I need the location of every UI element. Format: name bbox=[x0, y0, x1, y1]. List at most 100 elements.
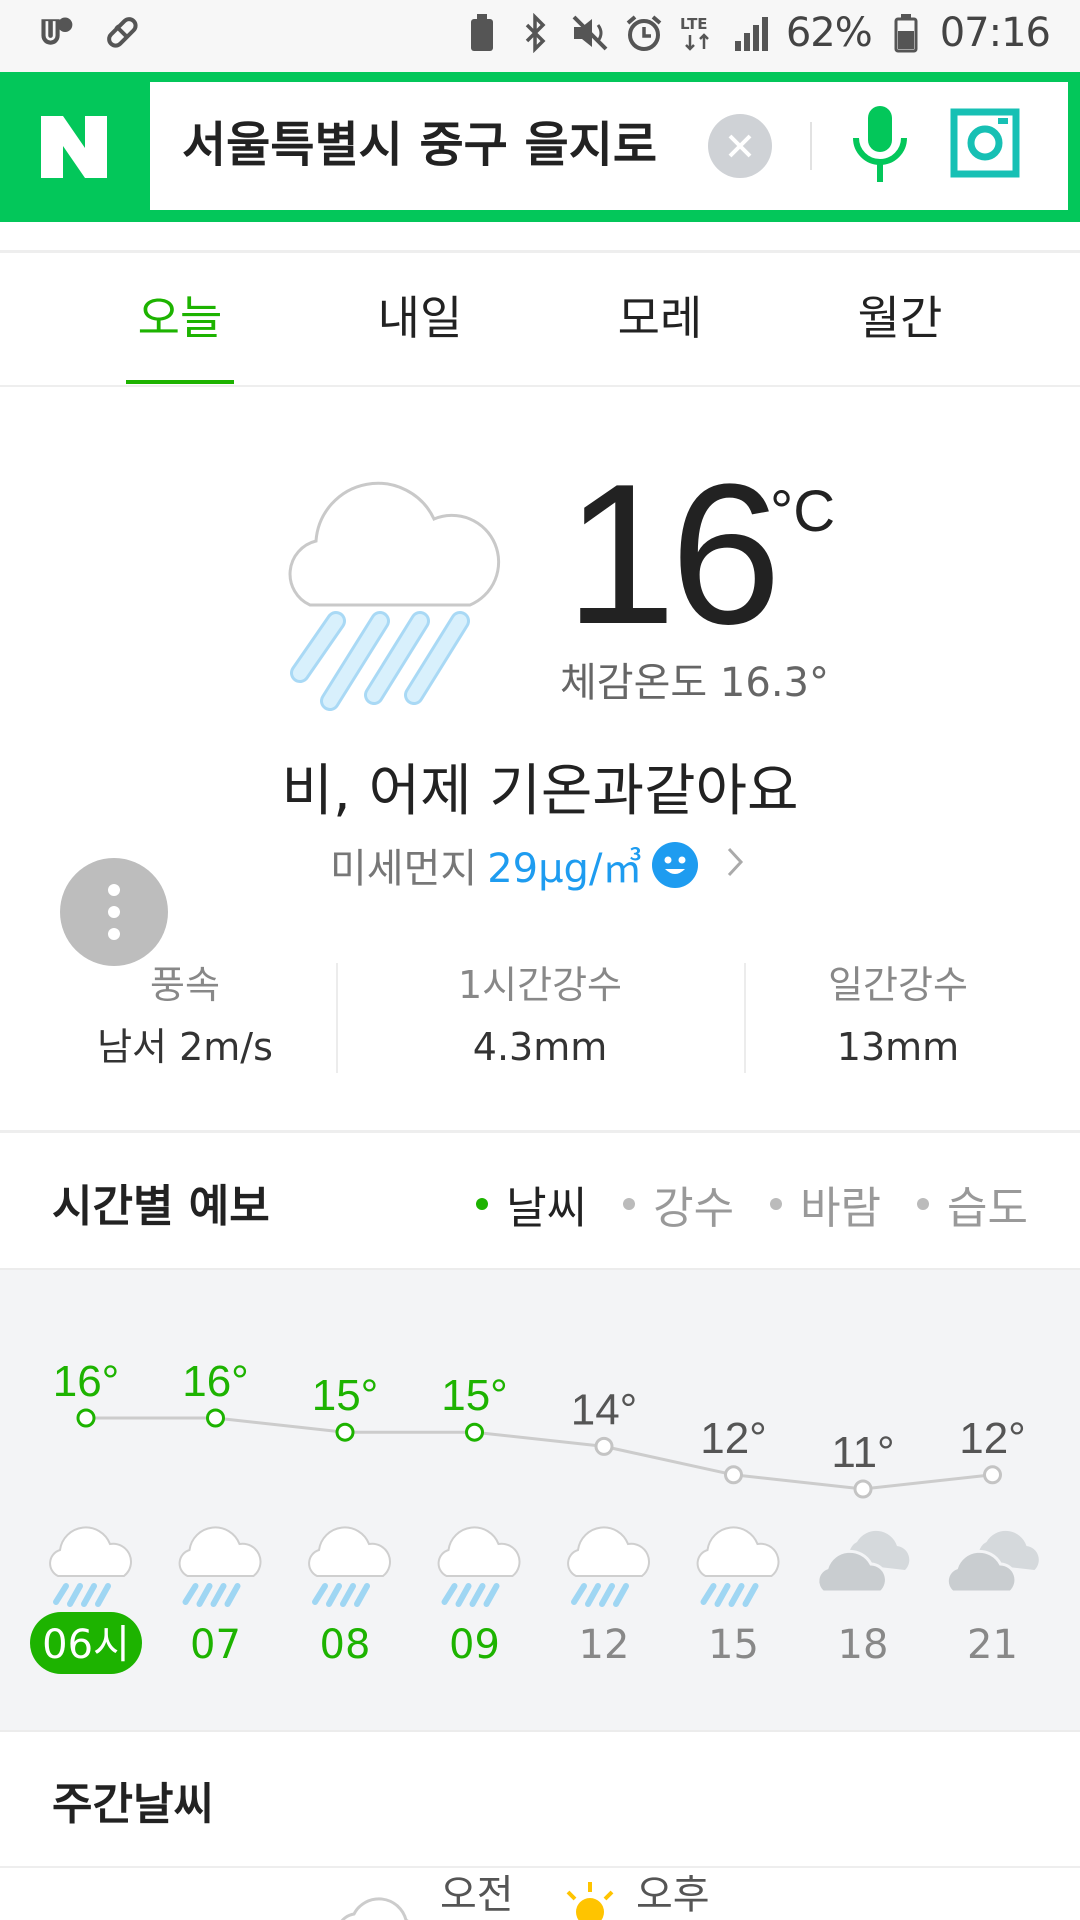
stat-hourly-precip: 1시간강수 4.3mm bbox=[390, 958, 690, 1082]
image-search-button[interactable] bbox=[950, 108, 1020, 178]
naver-logo[interactable] bbox=[0, 72, 148, 222]
signal-icon bbox=[732, 13, 772, 53]
stat-divider bbox=[336, 963, 338, 1073]
bullet-icon bbox=[476, 1198, 489, 1210]
am-label: 오전 bbox=[440, 1872, 514, 1918]
mode-weather[interactable]: 날씨 bbox=[476, 1172, 587, 1236]
close-icon bbox=[728, 134, 752, 158]
dust-value: 29μg/㎥ bbox=[487, 846, 643, 892]
temperature-unit: °C bbox=[770, 479, 836, 544]
chevron-right-icon bbox=[726, 843, 744, 887]
hourly-chart-panel: 16° 06시 16° 07 15° 08 15° 09 14° 12 12° 15 11° 18 12° 2… bbox=[0, 1268, 1080, 1732]
smiley-icon bbox=[652, 842, 699, 888]
dot bbox=[108, 906, 120, 918]
stat-wind: 풍속 남서 2m/s bbox=[35, 958, 335, 1082]
clock: 07:16 bbox=[939, 10, 1051, 56]
day-tabs: 오늘 내일 모레 월간 bbox=[0, 253, 1080, 387]
pill-icon bbox=[102, 12, 142, 52]
stat-label: 1시간강수 bbox=[457, 963, 623, 1007]
temperature-point bbox=[335, 1422, 355, 1442]
cloudy-icon bbox=[816, 1530, 910, 1594]
voice-search-button[interactable] bbox=[846, 102, 914, 190]
temperature-label: 12° bbox=[959, 1414, 1026, 1463]
stat-value: 남서 2m/s bbox=[97, 1025, 273, 1069]
temperature-label: 12° bbox=[700, 1414, 767, 1463]
rain-cloud-icon bbox=[288, 481, 501, 711]
rain-cloud-icon bbox=[437, 1526, 521, 1607]
time-label: 07 bbox=[190, 1622, 241, 1668]
alarm-icon bbox=[624, 13, 664, 53]
current-temperature: 16 bbox=[565, 443, 781, 666]
time-label: 15 bbox=[708, 1622, 759, 1668]
cloudy-icon bbox=[945, 1530, 1039, 1594]
dust-label: 미세먼지 bbox=[330, 846, 478, 892]
temperature-point bbox=[206, 1408, 225, 1428]
weather-stats: 풍속 남서 2m/s 1시간강수 4.3mm 일간강수 13mm bbox=[0, 958, 1080, 1078]
tab-day-after[interactable]: 모레 bbox=[590, 283, 730, 353]
mode-precipitation[interactable]: 강수 bbox=[623, 1172, 734, 1236]
svg-text:LTE: LTE bbox=[680, 15, 708, 33]
temperature-label: 15° bbox=[441, 1371, 508, 1420]
clear-search-button[interactable] bbox=[708, 114, 772, 178]
search-box: 서울특별시 중구 을지로 bbox=[150, 82, 1068, 210]
time-label: 09 bbox=[449, 1622, 500, 1668]
weekly-weather-title: 주간날씨 bbox=[52, 1779, 214, 1830]
mode-label: 습도 bbox=[947, 1183, 1028, 1234]
dot bbox=[108, 928, 120, 940]
weekly-list-peek: 오전 오후 bbox=[0, 1868, 1080, 1920]
stat-daily-precip: 일간강수 13mm bbox=[748, 958, 1048, 1082]
cloud-icon bbox=[340, 1897, 409, 1920]
temperature-label: 16° bbox=[53, 1357, 120, 1406]
divider bbox=[0, 1130, 1080, 1133]
tab-tomorrow[interactable]: 내일 bbox=[350, 283, 490, 353]
temperature-point bbox=[853, 1479, 873, 1499]
temperature-label: 16° bbox=[182, 1357, 249, 1406]
stat-label: 일간강수 bbox=[828, 963, 968, 1007]
more-options-button[interactable] bbox=[60, 858, 168, 966]
rain-cloud-icon bbox=[178, 1526, 262, 1607]
camera-lens-icon bbox=[950, 108, 1020, 178]
tab-monthly[interactable]: 월간 bbox=[830, 283, 970, 353]
temperature-label: 11° bbox=[831, 1428, 894, 1477]
fine-dust-link[interactable]: 미세먼지 29μg/㎥ bbox=[330, 836, 744, 894]
temperature-point bbox=[983, 1465, 1002, 1485]
status-right-icons: LTE 62% 07:16 bbox=[462, 10, 1051, 56]
time-label: 21 bbox=[967, 1622, 1018, 1668]
battery-saver-icon bbox=[462, 13, 502, 53]
time-label: 12 bbox=[579, 1622, 630, 1668]
bluetooth-icon bbox=[516, 13, 556, 53]
time-label: 08 bbox=[320, 1622, 371, 1668]
bullet-icon bbox=[770, 1198, 783, 1210]
mode-wind[interactable]: 바람 bbox=[770, 1172, 881, 1236]
hourly-mode-tabs: 날씨 강수 바람 습도 bbox=[476, 1172, 1028, 1236]
status-bar: LTE 62% 07:16 bbox=[0, 0, 1080, 72]
temperature-point bbox=[724, 1465, 743, 1485]
search-bar: 서울특별시 중구 을지로 bbox=[0, 72, 1080, 222]
tab-today[interactable]: 오늘 bbox=[110, 283, 250, 353]
temperature-point bbox=[76, 1408, 96, 1428]
lte-icon: LTE bbox=[678, 13, 718, 53]
temperature-point bbox=[594, 1436, 614, 1456]
rain-cloud-icon bbox=[567, 1526, 650, 1607]
mode-label: 날씨 bbox=[506, 1183, 588, 1234]
u-plus-icon bbox=[36, 12, 76, 52]
search-divider bbox=[810, 122, 812, 170]
hourly-temperature-chart: 16° 06시 16° 07 15° 08 15° 09 14° 12 12° 15 11° 18 12° 2… bbox=[30, 1357, 1039, 1674]
microphone-icon bbox=[853, 106, 907, 182]
feels-like: 체감온도 16.3° bbox=[560, 660, 829, 706]
search-input[interactable]: 서울특별시 중구 을지로 bbox=[182, 112, 722, 178]
temperature-point bbox=[465, 1422, 484, 1442]
mode-label: 강수 bbox=[653, 1183, 735, 1234]
time-label: 06시 bbox=[42, 1622, 130, 1668]
stat-value: 13mm bbox=[836, 1025, 960, 1069]
mute-icon bbox=[570, 13, 610, 53]
naver-n-icon bbox=[41, 116, 107, 178]
mode-humidity[interactable]: 습도 bbox=[917, 1172, 1028, 1236]
temperature-label: 14° bbox=[571, 1385, 638, 1434]
bullet-icon bbox=[917, 1198, 930, 1210]
time-label: 18 bbox=[838, 1622, 889, 1668]
stat-divider bbox=[744, 963, 746, 1073]
pm-label: 오후 bbox=[636, 1872, 710, 1918]
weather-summary: 비, 어제 기온과같아요 bbox=[281, 759, 799, 824]
hourly-forecast-title: 시간별 예보 bbox=[52, 1181, 270, 1232]
